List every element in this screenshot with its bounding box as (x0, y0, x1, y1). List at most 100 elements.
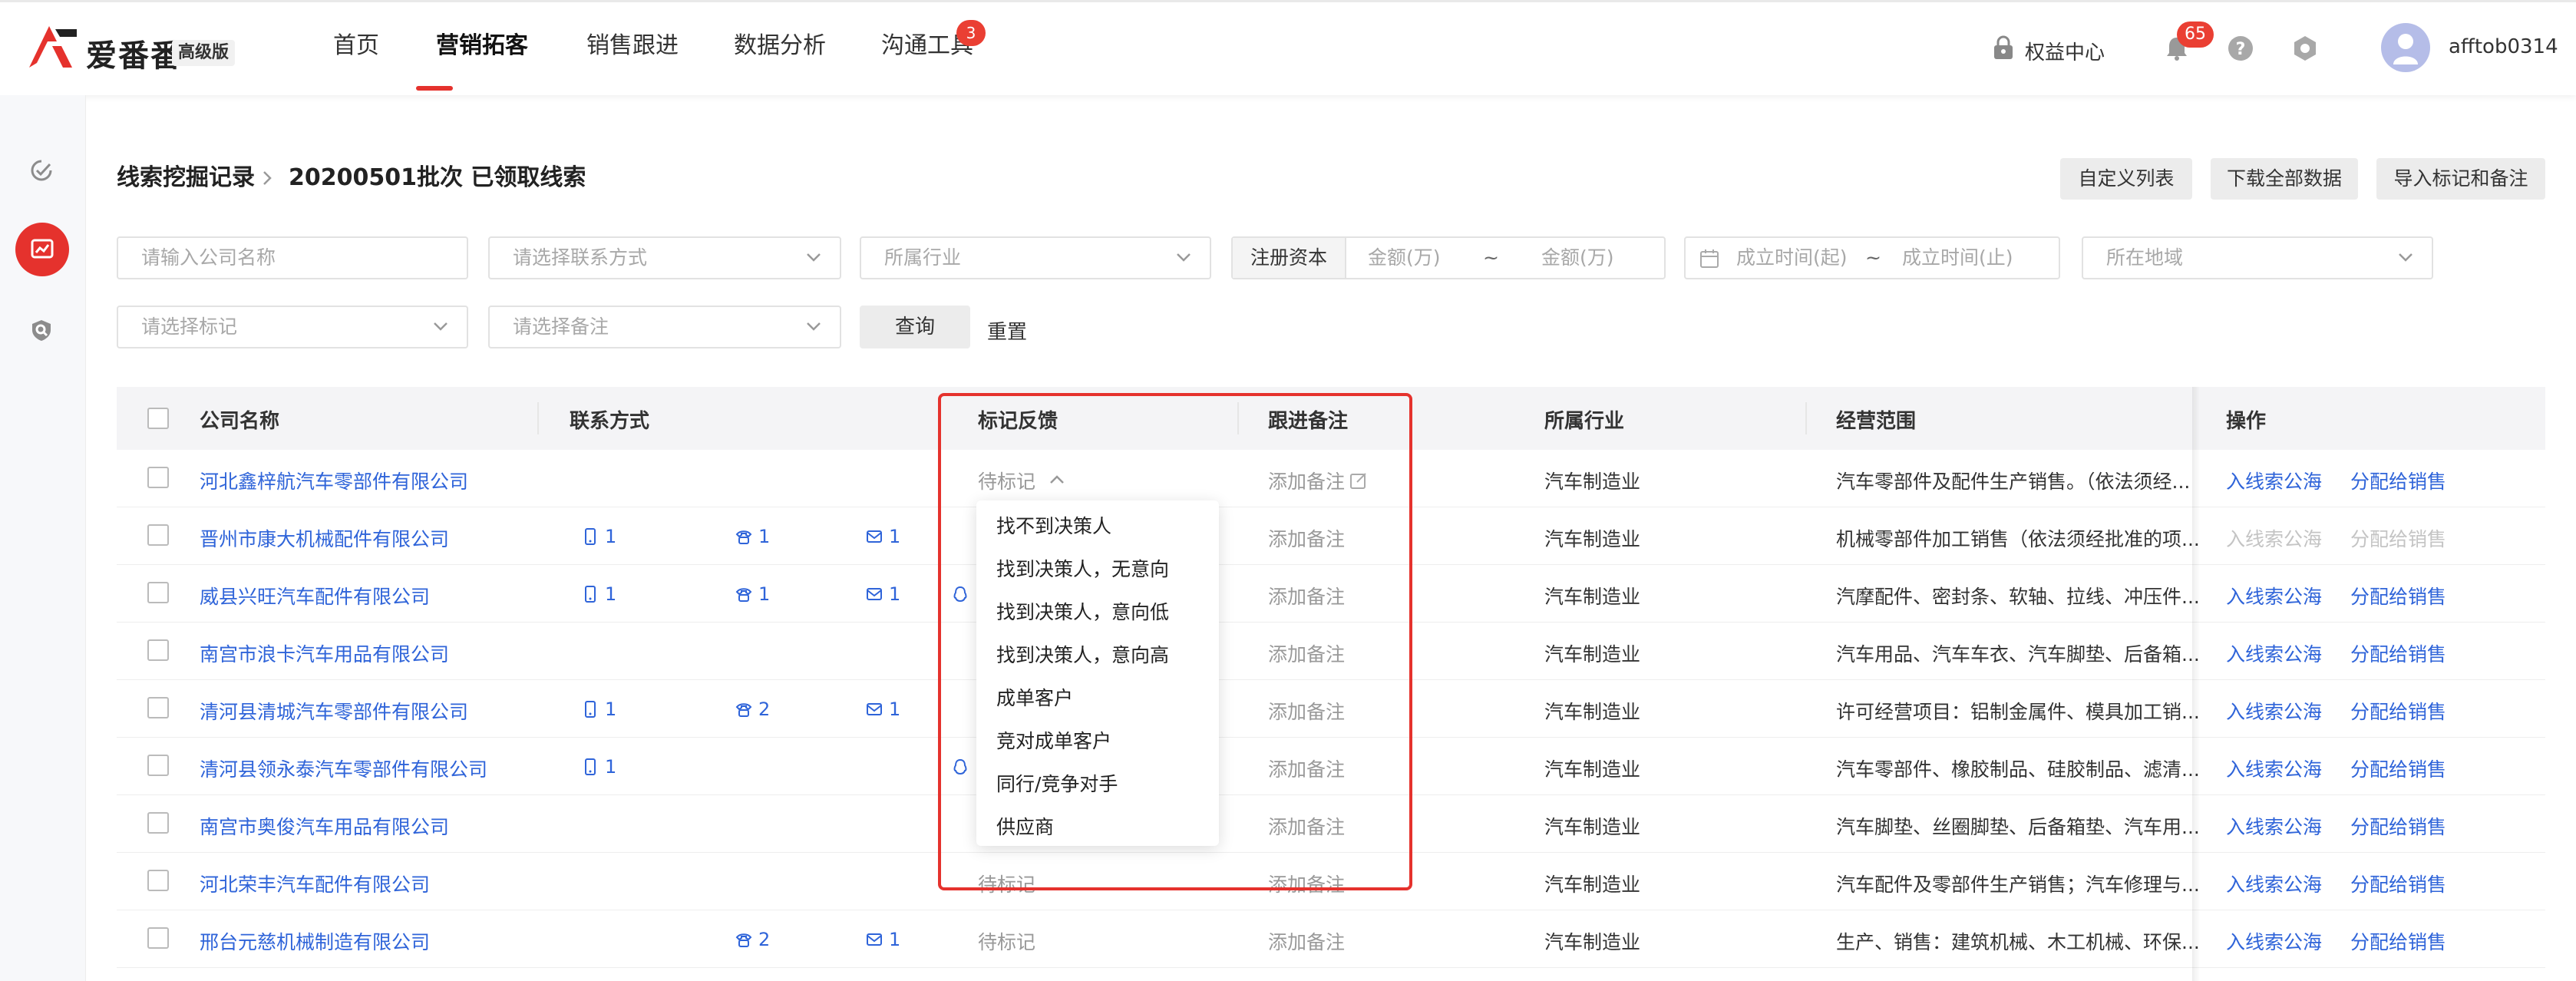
assign-to-sales-button[interactable]: 分配给销售 (2350, 697, 2446, 725)
contact-email[interactable]: 1 (866, 583, 900, 605)
select-all-checkbox[interactable] (147, 408, 169, 429)
assign-to-sales-button[interactable]: 分配给销售 (2350, 639, 2446, 667)
add-note-link[interactable]: 添加备注 (1268, 927, 1345, 955)
to-lead-pool-button[interactable]: 入线索公海 (2226, 927, 2322, 955)
row-checkbox[interactable] (147, 870, 169, 891)
assign-to-sales-button[interactable]: 分配给销售 (2350, 812, 2446, 840)
add-note-link[interactable]: 添加备注 (1268, 639, 1345, 667)
contact-mobile[interactable]: 1 (582, 699, 616, 720)
capital-min-input[interactable]: 金额(万) (1368, 238, 1441, 278)
nav-home[interactable]: 首页 (333, 31, 379, 61)
company-name-link[interactable]: 威县兴旺汽车配件有限公司 (200, 582, 430, 609)
date-start-input[interactable]: 成立时间(起) (1736, 238, 1848, 278)
company-name-link[interactable]: 河北鑫梓航汽车零部件有限公司 (200, 467, 468, 494)
add-note-link[interactable]: 添加备注 (1268, 582, 1345, 609)
to-lead-pool-button[interactable]: 入线索公海 (2226, 697, 2322, 725)
company-name-link[interactable]: 河北荣丰汽车配件有限公司 (200, 870, 430, 897)
add-note-link[interactable]: 添加备注 (1268, 870, 1345, 897)
add-note-link[interactable]: 添加备注 (1268, 467, 1345, 494)
to-lead-pool-button[interactable]: 入线索公海 (2226, 755, 2322, 782)
dropdown-option[interactable]: 成单客户 (996, 683, 1073, 711)
nav-sales-followup[interactable]: 销售跟进 (586, 31, 679, 61)
breadcrumb-parent[interactable]: 线索挖掘记录 (117, 163, 255, 193)
to-lead-pool-button[interactable]: 入线索公海 (2226, 467, 2322, 494)
mark-status[interactable]: 待标记 (978, 927, 1035, 955)
contact-phone[interactable]: 1 (735, 583, 770, 605)
company-name-link[interactable]: 南宫市浪卡汽车用品有限公司 (200, 639, 449, 667)
avatar[interactable] (2381, 23, 2430, 72)
help-icon[interactable]: ? (2228, 35, 2254, 61)
dropdown-option[interactable]: 供应商 (996, 812, 1054, 840)
row-checkbox[interactable] (147, 582, 169, 603)
dropdown-option[interactable]: 同行/竞争对手 (996, 769, 1118, 797)
row-checkbox[interactable] (147, 524, 169, 546)
capital-max-input[interactable]: 金额(万) (1541, 238, 1614, 278)
region-select[interactable]: 所在地域 (2082, 236, 2433, 279)
contact-email[interactable]: 1 (866, 929, 900, 950)
mark-status[interactable]: 待标记 (978, 467, 1035, 494)
assign-to-sales-button[interactable]: 分配给销售 (2350, 755, 2446, 782)
company-name-link[interactable]: 晋州市康大机械配件有限公司 (200, 524, 449, 552)
sidebar-search-shield-icon[interactable] (29, 318, 54, 342)
company-name-link[interactable]: 清河县清城汽车零部件有限公司 (200, 697, 468, 725)
import-marks-button[interactable]: 导入标记和备注 (2376, 158, 2545, 200)
query-button[interactable]: 查询 (860, 306, 970, 348)
add-note-link[interactable]: 添加备注 (1268, 697, 1345, 725)
nav-marketing[interactable]: 营销拓客 (436, 31, 528, 61)
assign-to-sales-button[interactable]: 分配给销售 (2350, 524, 2446, 552)
company-name-link[interactable]: 邢台元慈机械制造有限公司 (200, 927, 430, 955)
to-lead-pool-button[interactable]: 入线索公海 (2226, 812, 2322, 840)
download-all-button[interactable]: 下载全部数据 (2211, 158, 2358, 200)
nav-data-analysis[interactable]: 数据分析 (734, 31, 826, 61)
date-end-input[interactable]: 成立时间(止) (1902, 238, 2013, 278)
contact-mobile[interactable]: 1 (582, 583, 616, 605)
contact-mobile[interactable]: 1 (582, 756, 616, 778)
row-checkbox[interactable] (147, 812, 169, 834)
chevron-up-icon[interactable] (1049, 473, 1065, 485)
add-note-link[interactable]: 添加备注 (1268, 812, 1345, 840)
contact-phone[interactable]: 2 (735, 699, 770, 720)
add-note-link[interactable]: 添加备注 (1268, 755, 1345, 782)
company-name-link[interactable]: 清河县领永泰汽车零部件有限公司 (200, 755, 487, 782)
contact-phone[interactable]: 2 (735, 929, 770, 950)
edit-icon[interactable] (1349, 471, 1368, 490)
assign-to-sales-button[interactable]: 分配给销售 (2350, 870, 2446, 897)
contact-select[interactable]: 请选择联系方式 (488, 236, 841, 279)
custom-list-button[interactable]: 自定义列表 (2060, 158, 2192, 200)
dropdown-option[interactable]: 找到决策人，意向低 (996, 597, 1169, 625)
mark-select[interactable]: 请选择标记 (117, 306, 468, 348)
dropdown-option[interactable]: 找到决策人，无意向 (996, 554, 1169, 582)
row-checkbox[interactable] (147, 697, 169, 718)
contact-email[interactable]: 1 (866, 526, 900, 547)
username[interactable]: afftob0314 (2449, 35, 2558, 58)
to-lead-pool-button[interactable]: 入线索公海 (2226, 870, 2322, 897)
industry-select[interactable]: 所属行业 (860, 236, 1211, 279)
contact-phone[interactable]: 1 (735, 526, 770, 547)
company-name-link[interactable]: 南宫市奥俊汽车用品有限公司 (200, 812, 449, 840)
founded-date-range[interactable]: 成立时间(起) ~ 成立时间(止) (1684, 236, 2060, 279)
to-lead-pool-button[interactable]: 入线索公海 (2226, 582, 2322, 609)
row-checkbox[interactable] (147, 927, 169, 949)
reset-button[interactable]: 重置 (987, 316, 1027, 345)
sidebar-marketing-active[interactable] (15, 223, 69, 276)
contact-mobile[interactable]: 1 (582, 526, 616, 547)
assign-to-sales-button[interactable]: 分配给销售 (2350, 467, 2446, 494)
note-select[interactable]: 请选择备注 (488, 306, 841, 348)
to-lead-pool-button[interactable]: 入线索公海 (2226, 524, 2322, 552)
contact-email[interactable]: 1 (866, 699, 900, 720)
assign-to-sales-button[interactable]: 分配给销售 (2350, 927, 2446, 955)
settings-icon[interactable] (2292, 35, 2318, 61)
dropdown-option[interactable]: 找到决策人，意向高 (996, 640, 1169, 668)
to-lead-pool-button[interactable]: 入线索公海 (2226, 639, 2322, 667)
mark-status[interactable]: 待标记 (978, 870, 1035, 897)
assign-to-sales-button[interactable]: 分配给销售 (2350, 582, 2446, 609)
rights-center-link[interactable]: 权益中心 (2025, 37, 2105, 65)
dropdown-option[interactable]: 竞对成单客户 (996, 726, 1111, 754)
add-note-link[interactable]: 添加备注 (1268, 524, 1345, 552)
sidebar-dashboard-icon[interactable] (29, 158, 54, 183)
company-name-input[interactable]: 请输入公司名称 (117, 236, 468, 279)
row-checkbox[interactable] (147, 467, 169, 488)
row-checkbox[interactable] (147, 755, 169, 776)
dropdown-option[interactable]: 找不到决策人 (996, 511, 1111, 539)
row-checkbox[interactable] (147, 639, 169, 661)
